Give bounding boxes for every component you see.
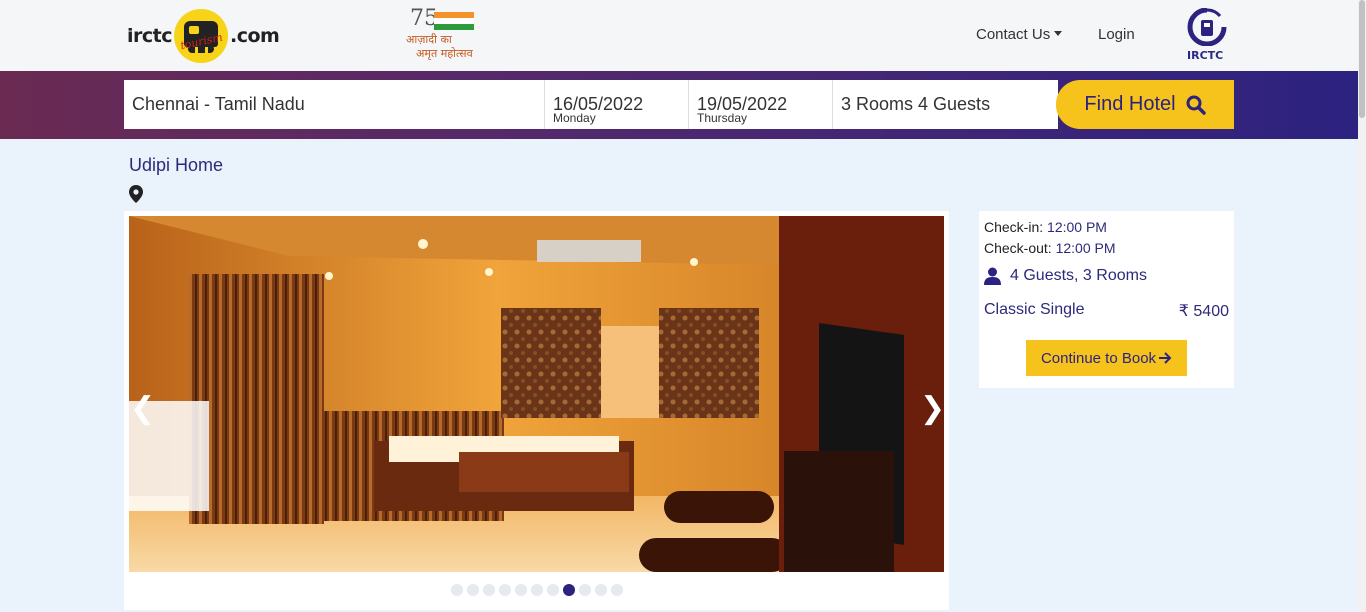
guests-rooms-row: 4 Guests, 3 Rooms — [984, 267, 1147, 285]
city-value: Chennai - Tamil Nadu — [132, 94, 305, 114]
user-icon — [984, 267, 1001, 285]
contact-us-label: Contact Us — [976, 26, 1051, 43]
previous-photo-button[interactable]: ❮ — [130, 391, 155, 426]
checkin-date-picker[interactable]: 16/05/2022 Monday — [545, 80, 689, 129]
checkin-time: 12:00 PM — [1047, 219, 1107, 235]
hotel-room-photo — [129, 216, 944, 572]
azadi-line2: अमृत महोत्सव — [416, 47, 473, 60]
irctc-emblem-icon — [1187, 8, 1227, 46]
room-type: Classic Single — [984, 301, 1085, 318]
guests-rooms-text: 4 Guests, 3 Rooms — [1010, 267, 1147, 284]
room-price: ₹ 5400 — [1178, 303, 1229, 320]
next-photo-button[interactable]: ❯ — [920, 391, 945, 426]
azadi-ka-amrit-mahotsav-logo: 75 आज़ादी का अमृत महोत्सव — [404, 6, 484, 62]
hotel-name: Udipi Home — [129, 155, 224, 175]
azadi-line1: आज़ादी का — [406, 33, 452, 46]
logo-text-left: irctc — [127, 25, 173, 47]
checkin-day: Monday — [553, 111, 596, 125]
checkin-row: Check-in: 12:00 PM — [984, 219, 1107, 235]
gallery-dot[interactable] — [515, 584, 527, 596]
checkout-label: Check-out: — [984, 240, 1052, 256]
gallery-dot[interactable] — [467, 584, 479, 596]
gallery-dot[interactable] — [611, 584, 623, 596]
page-scrollbar[interactable] — [1358, 0, 1366, 612]
irctc-emblem-logo[interactable]: IRCTC — [1184, 8, 1230, 64]
checkout-row: Check-out: 12:00 PM — [984, 240, 1116, 256]
train-logo-icon: tourism — [174, 9, 228, 63]
find-hotel-label: Find Hotel — [1084, 93, 1176, 115]
continue-to-book-button[interactable]: Continue to Book — [1026, 340, 1187, 376]
find-hotel-button[interactable]: Find Hotel — [1056, 80, 1234, 129]
checkout-date-picker[interactable]: 19/05/2022 Thursday — [689, 80, 833, 129]
site-header: irctc tourism .com 75 आज़ादी का अमृत महो… — [0, 0, 1358, 71]
gallery-dot[interactable] — [547, 584, 559, 596]
scrollbar-thumb[interactable] — [1359, 0, 1365, 118]
booking-summary-card: Check-in: 12:00 PM Check-out: 12:00 PM 4… — [979, 211, 1234, 388]
gallery-dot[interactable] — [451, 584, 463, 596]
gallery-dot[interactable] — [483, 584, 495, 596]
checkin-label: Check-in: — [984, 219, 1044, 235]
hotel-search-bar: Chennai - Tamil Nadu 16/05/2022 Monday 1… — [124, 80, 1058, 129]
gallery-dot[interactable] — [595, 584, 607, 596]
continue-label: Continue to Book — [1040, 349, 1157, 367]
logo-text-right: .com — [230, 25, 280, 47]
login-link[interactable]: Login — [1098, 26, 1135, 43]
gallery-indicator-dots — [451, 584, 623, 596]
rooms-guests-selector[interactable]: 3 Rooms 4 Guests — [833, 80, 1058, 129]
irctc-badge-label: IRCTC — [1187, 49, 1224, 62]
gallery-dot[interactable] — [499, 584, 511, 596]
irctc-tourism-logo[interactable]: irctc tourism .com — [127, 8, 280, 64]
gallery-dot[interactable] — [563, 584, 575, 596]
map-pin-icon[interactable] — [129, 185, 143, 203]
gallery-dot[interactable] — [579, 584, 591, 596]
arrow-right-icon — [1159, 352, 1172, 364]
city-input[interactable]: Chennai - Tamil Nadu — [124, 80, 545, 129]
search-icon — [1186, 95, 1206, 115]
gallery-dot[interactable] — [531, 584, 543, 596]
checkout-day: Thursday — [697, 111, 748, 125]
rooms-guests-value: 3 Rooms 4 Guests — [841, 94, 991, 114]
contact-us-dropdown[interactable]: Contact Us — [976, 26, 1063, 43]
india-flag-icon — [434, 12, 474, 30]
hotel-photo-gallery: ❮ ❯ — [124, 211, 949, 610]
room-photo-illustration — [129, 216, 944, 572]
checkout-time: 12:00 PM — [1055, 240, 1116, 256]
caret-down-icon — [1054, 31, 1063, 36]
